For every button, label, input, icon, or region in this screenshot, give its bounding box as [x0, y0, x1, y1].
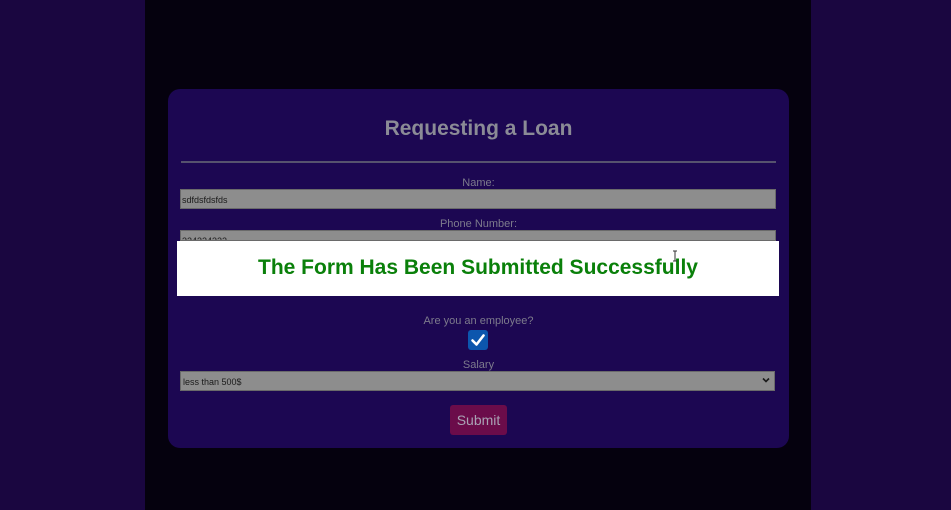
- phone-label: Phone Number:: [439, 218, 518, 230]
- name-input[interactable]: sdfdsfdsfds: [180, 189, 776, 209]
- title-divider: [181, 161, 776, 163]
- salary-label: Salary: [462, 359, 495, 371]
- success-toast: The Form Has Been Submitted Successfully: [177, 241, 779, 296]
- form-title: Requesting a Loan: [384, 117, 573, 140]
- salary-select[interactable]: less than 500$: [180, 371, 775, 391]
- page-side-left: [0, 0, 145, 510]
- name-label: Name:: [462, 177, 495, 189]
- employee-label: Are you an employee?: [423, 315, 534, 327]
- employee-checkbox[interactable]: [468, 330, 488, 350]
- check-icon: [471, 334, 485, 346]
- salary-selected-value: less than 500$: [183, 377, 242, 387]
- chevron-down-icon: [762, 377, 770, 383]
- text-cursor-icon: [673, 250, 677, 262]
- success-message: The Form Has Been Submitted Successfully: [258, 256, 698, 279]
- page-side-right: [811, 0, 951, 510]
- phone-input[interactable]: 324324322: [180, 230, 776, 241]
- submit-button[interactable]: Submit: [450, 405, 507, 435]
